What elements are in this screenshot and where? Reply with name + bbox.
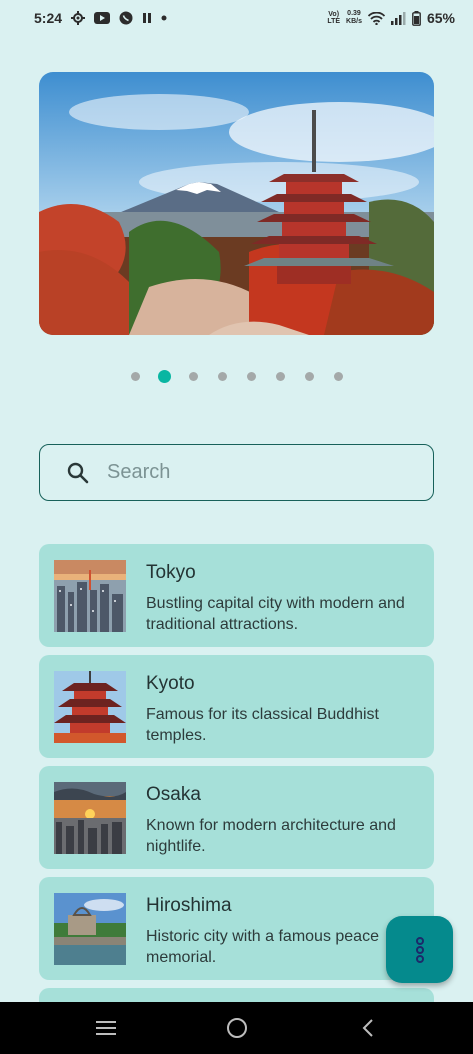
- kyoto-thumbnail-image: [54, 671, 126, 743]
- more-options-fab[interactable]: [386, 916, 453, 983]
- notification-dot-icon: [161, 15, 167, 21]
- carousel-dot[interactable]: [304, 372, 314, 381]
- search-box[interactable]: [39, 444, 434, 501]
- speed-value: 0.39: [347, 10, 361, 17]
- list-item-partial[interactable]: [39, 988, 434, 1002]
- battery-icon: [412, 10, 421, 26]
- city-list: Tokyo Bustling capital city with modern …: [39, 544, 434, 1002]
- home-icon: [226, 1018, 247, 1038]
- whatsapp-icon: [119, 11, 133, 25]
- carousel-dot[interactable]: [246, 372, 256, 381]
- city-description: Known for modern architecture and nightl…: [146, 817, 396, 855]
- volte-label: Vo) LTE: [327, 11, 340, 25]
- signal-icon: [390, 11, 406, 25]
- carousel-indicator: [0, 370, 473, 383]
- speed-unit: KB/s: [346, 18, 362, 25]
- back-icon: [362, 1019, 373, 1037]
- network-speed: 0.39 KB/s: [346, 10, 362, 26]
- volte-bottom: LTE: [327, 18, 341, 25]
- city-description: Famous for its classical Buddhist temple…: [146, 706, 379, 744]
- search-icon: [67, 462, 89, 483]
- city-name: Tokyo: [146, 562, 196, 583]
- hiroshima-thumbnail-image: [54, 893, 126, 965]
- city-name: Kyoto: [146, 673, 195, 694]
- home-button[interactable]: [217, 1008, 257, 1048]
- carousel-dot[interactable]: [275, 372, 285, 381]
- carousel-dot[interactable]: [130, 372, 140, 381]
- settings-icon: [71, 11, 86, 25]
- list-item-tokyo[interactable]: Tokyo Bustling capital city with modern …: [39, 544, 434, 647]
- search-input[interactable]: [107, 461, 397, 484]
- battery-percent: 65%: [426, 10, 455, 26]
- list-item-kyoto[interactable]: Kyoto Famous for its classical Buddhist …: [39, 655, 434, 758]
- recents-icon: [95, 1021, 116, 1035]
- volte-top: Vo): [328, 11, 340, 18]
- youtube-icon: [94, 12, 111, 24]
- list-item-osaka[interactable]: Osaka Known for modern architecture and …: [39, 766, 434, 869]
- wifi-icon: [367, 11, 385, 25]
- pause-icon: [142, 12, 152, 24]
- carousel-image-pagoda-mount-fuji[interactable]: [39, 72, 434, 335]
- carousel-dot[interactable]: [188, 372, 198, 381]
- tokyo-thumbnail-image: [54, 560, 126, 632]
- carousel-dot[interactable]: [157, 370, 171, 383]
- status-time: 5:24: [34, 10, 63, 26]
- carousel-dot[interactable]: [333, 372, 343, 381]
- osaka-thumbnail-image: [54, 782, 126, 854]
- back-button[interactable]: [348, 1008, 388, 1048]
- pagoda-landscape-illustration: [39, 72, 434, 335]
- system-nav-bar: [0, 1002, 473, 1054]
- city-name: Hiroshima: [146, 895, 232, 916]
- city-name: Osaka: [146, 784, 201, 805]
- carousel-dot[interactable]: [217, 372, 227, 381]
- recents-button[interactable]: [86, 1008, 126, 1048]
- more-vertical-icon: [415, 936, 424, 963]
- list-item-hiroshima[interactable]: Hiroshima Historic city with a famous pe…: [39, 877, 434, 980]
- status-bar: 5:24 Vo) LTE 0.39 KB/s 65%: [0, 0, 473, 36]
- city-description: Bustling capital city with modern and tr…: [146, 595, 405, 633]
